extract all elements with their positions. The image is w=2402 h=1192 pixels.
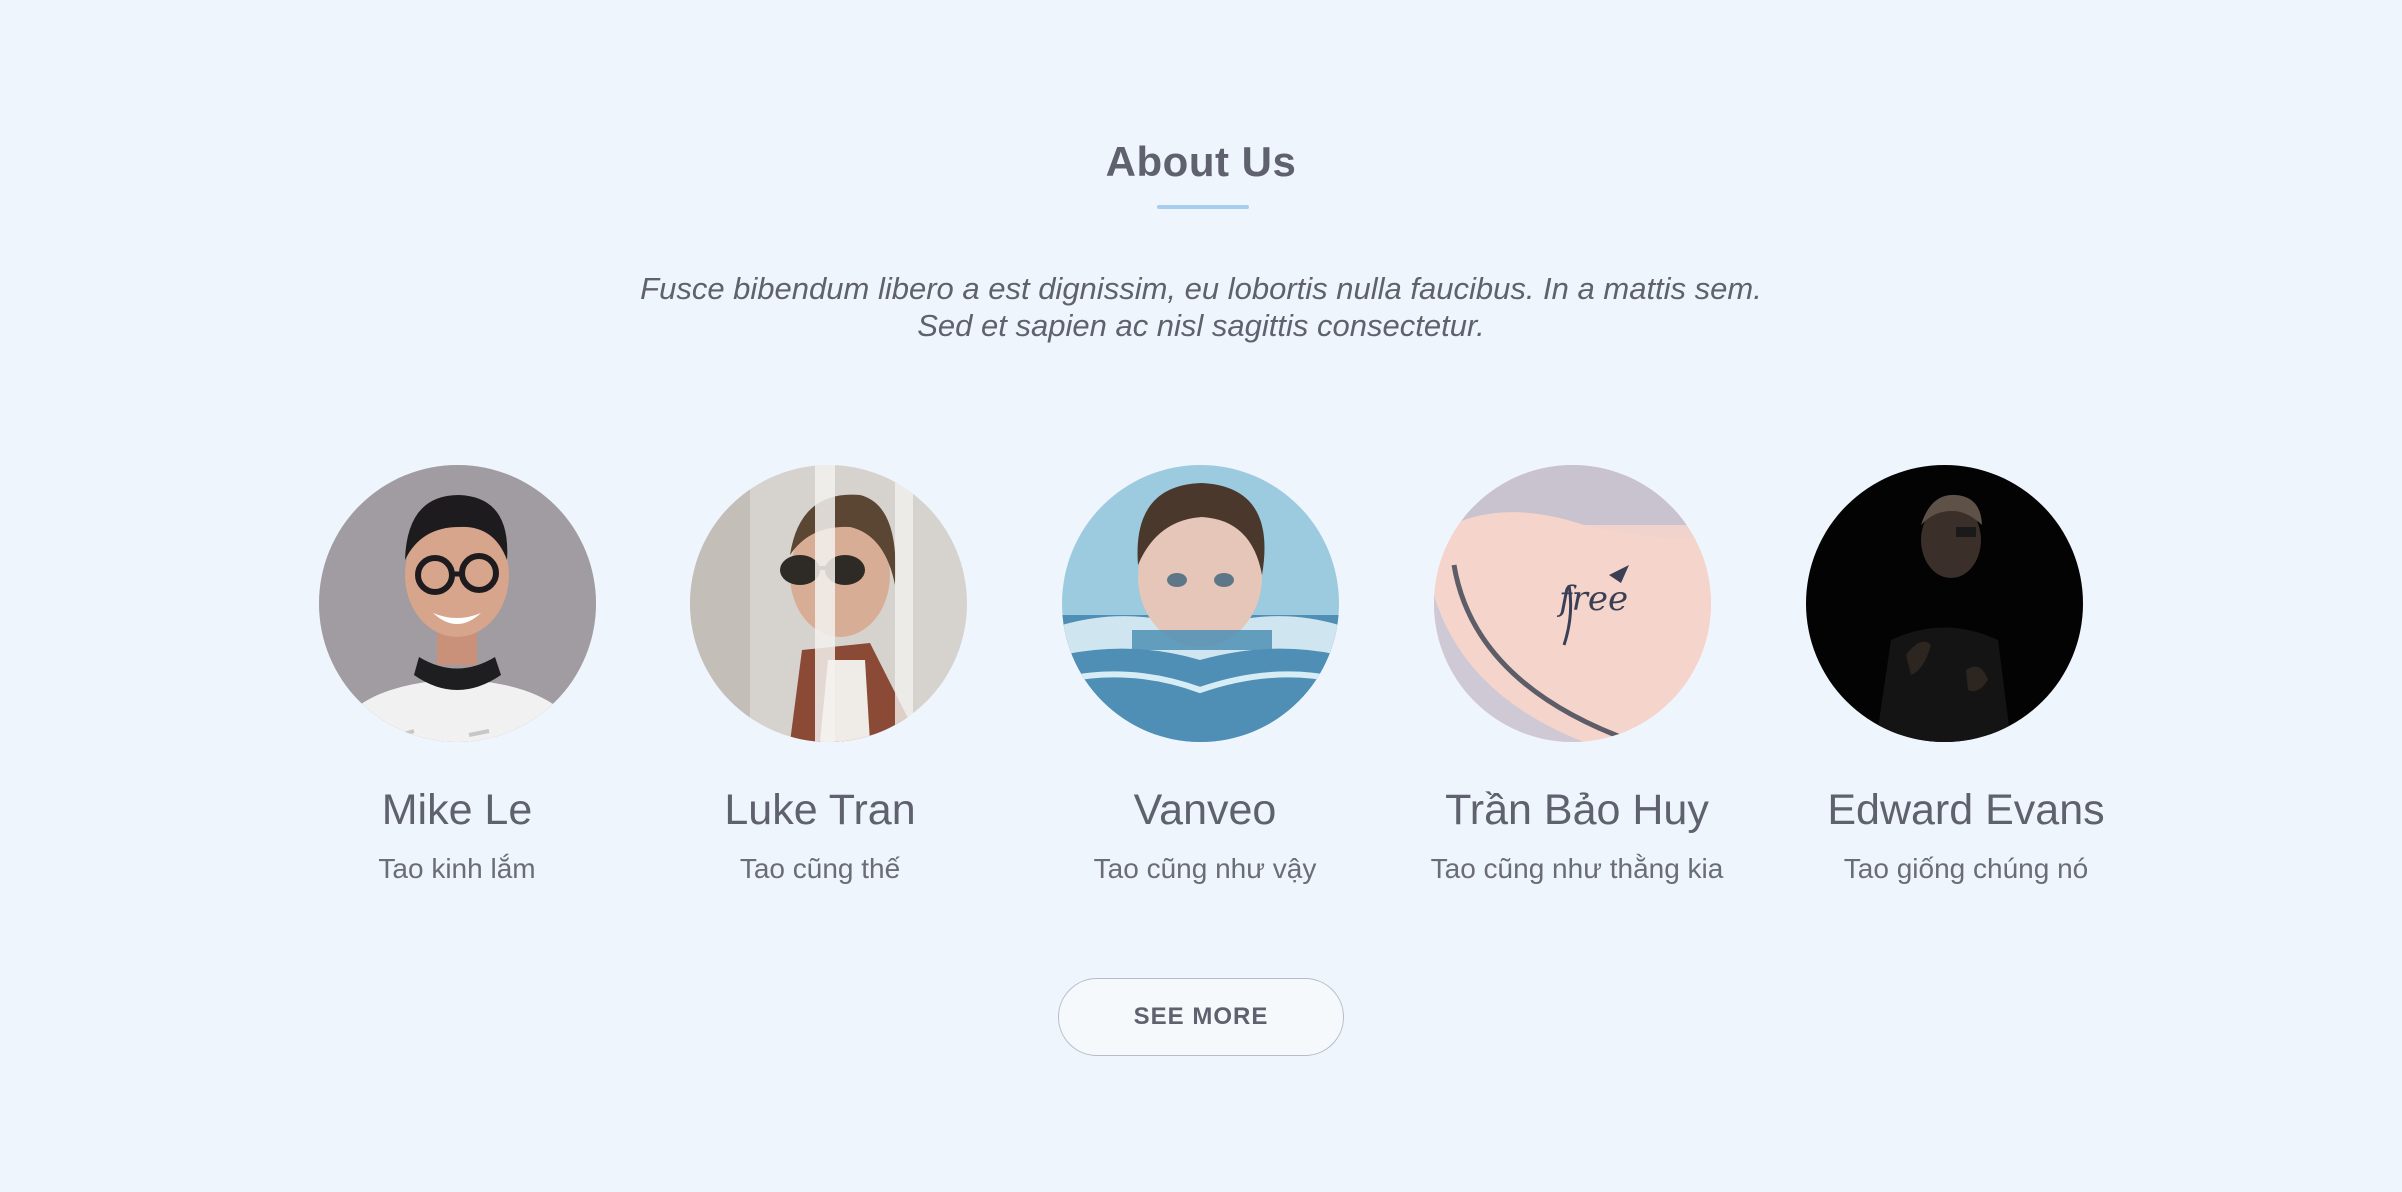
section-description: Fusce bibendum libero a est dignissim, e…: [640, 271, 1762, 343]
member-role: Tao giống chúng nó: [1843, 853, 2089, 884]
svg-text:free: free: [1556, 579, 1628, 619]
member-name: Edward Evans: [1827, 786, 2105, 834]
member-role: Tao cũng như vậy: [1093, 853, 1317, 884]
member-name: Mike Le: [381, 786, 533, 834]
title-underline: [1157, 205, 1249, 209]
member-photo: free: [1434, 465, 1711, 742]
member-photo: [319, 465, 596, 742]
member-role: Tao kinh lắm: [378, 853, 536, 884]
see-more-button[interactable]: SEE MORE: [1058, 978, 1344, 1056]
section-title: About Us: [1105, 138, 1297, 185]
member-name: Vanveo: [1133, 786, 1277, 834]
member-photo: [690, 465, 967, 742]
member-name: Trần Bảo Huy: [1445, 786, 1709, 834]
member-name: Luke Tran: [724, 786, 916, 834]
about-us-section: About Us Fusce bibendum libero a est dig…: [0, 0, 2402, 1192]
member-role: Tao cũng như thằng kia: [1430, 853, 1724, 884]
team-list: Mike Le Tao kinh lắm Luke Tran Tao cũng …: [0, 465, 2402, 895]
member-photo: [1806, 465, 2083, 742]
member-role: Tao cũng thế: [739, 853, 901, 884]
member-photo: [1062, 465, 1339, 742]
